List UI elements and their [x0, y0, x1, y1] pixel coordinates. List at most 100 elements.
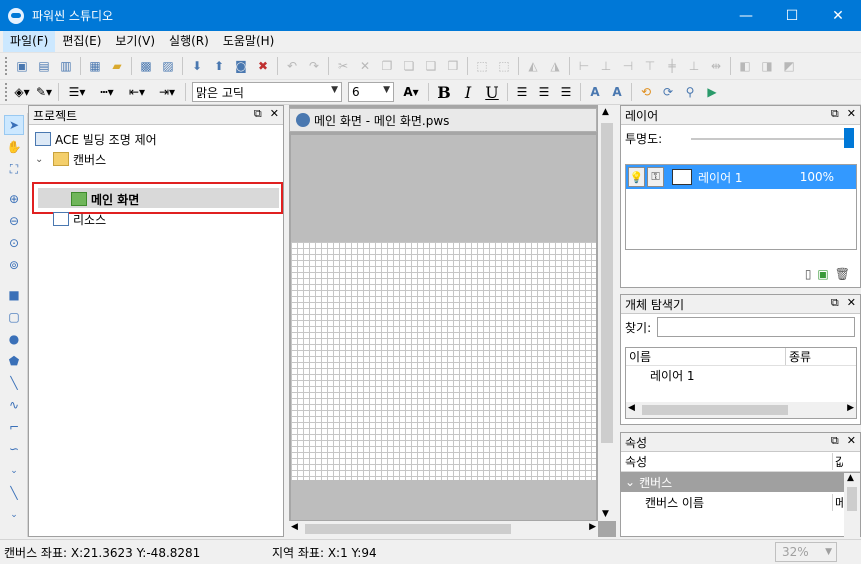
save-icon[interactable]: ▩ — [137, 57, 155, 75]
lock-icon[interactable]: ⚿ — [647, 167, 664, 187]
toolbar-grip[interactable] — [4, 82, 8, 102]
pin-icon[interactable]: ⧉ — [831, 107, 839, 121]
group-icon[interactable]: ⬚ — [473, 57, 491, 75]
font-grow-icon[interactable]: A — [586, 83, 604, 101]
close-icon[interactable]: ✕ — [847, 434, 856, 448]
menu-view[interactable]: 보기(V) — [108, 31, 162, 52]
document-tab[interactable]: 메인 화면 - 메인 화면.pws — [289, 108, 597, 132]
more-tools-icon[interactable]: ⌄ — [4, 461, 24, 481]
col-type[interactable]: 종류 — [786, 348, 811, 365]
open-folder-icon[interactable]: ▰ — [108, 57, 126, 75]
bold-button[interactable]: B — [434, 83, 454, 102]
zoom-in-icon[interactable]: ⊕ — [4, 189, 24, 209]
connector-icon[interactable]: ⌐ — [4, 417, 24, 437]
scroll-right-icon[interactable]: ▶ — [847, 403, 854, 413]
scroll-left-icon[interactable]: ◀ — [628, 403, 635, 413]
flip-horizontal-icon[interactable]: ◭ — [524, 57, 542, 75]
scroll-up-icon[interactable]: ▲ — [602, 107, 609, 117]
close-icon[interactable]: ✕ — [270, 107, 279, 121]
new-screen-icon[interactable]: ▥ — [57, 57, 75, 75]
preview-icon[interactable]: ▶ — [703, 83, 721, 101]
pin-icon[interactable]: ⧉ — [831, 434, 839, 448]
chevron-down-icon[interactable]: ⌄ — [625, 475, 635, 489]
font-shrink-icon[interactable]: A — [608, 83, 626, 101]
paste-icon[interactable]: ❏ — [400, 57, 418, 75]
tree-item-resources[interactable]: 리소스 — [53, 209, 106, 229]
object-list-hscrollbar[interactable]: ◀ ▶ — [626, 402, 856, 418]
clone-icon[interactable]: ❒ — [444, 57, 462, 75]
zoom-fit-icon[interactable]: ⊙ — [4, 233, 24, 253]
more-tools-icon[interactable]: ⌄ — [4, 505, 24, 525]
toolbar-grip[interactable] — [4, 56, 8, 76]
opacity-slider[interactable] — [691, 138, 844, 140]
pin-icon[interactable]: ⧉ — [831, 296, 839, 310]
align-right-icon[interactable]: ⊣ — [619, 57, 637, 75]
menu-edit[interactable]: 편집(E) — [55, 31, 108, 52]
opacity-slider-thumb[interactable] — [844, 128, 854, 148]
property-row-canvas-name[interactable]: 캔버스 이름 메 — [621, 492, 860, 512]
visibility-bulb-icon[interactable]: 💡 — [628, 167, 645, 187]
fill-color-icon[interactable]: ◈▾ — [13, 83, 31, 101]
scroll-down-icon[interactable]: ▼ — [602, 509, 609, 519]
line-icon[interactable]: ╲ — [4, 373, 24, 393]
copy-layer-icon[interactable]: ▣ — [817, 267, 828, 281]
save-all-icon[interactable]: ▨ — [159, 57, 177, 75]
tree-item-root[interactable]: ACE 빌딩 조명 제어 — [35, 129, 157, 149]
line-color-icon[interactable]: ✎▾ — [35, 83, 53, 101]
close-icon[interactable]: ✕ — [847, 296, 856, 310]
select-pointer-icon[interactable]: ➤ — [4, 115, 24, 135]
delete-layer-icon[interactable]: 🗑 — [835, 267, 850, 281]
send-back-icon[interactable]: ◨ — [758, 57, 776, 75]
open-project-icon[interactable]: ▤ — [35, 57, 53, 75]
undo-icon[interactable]: ↶ — [283, 57, 301, 75]
new-layer-icon[interactable]: ▯ — [805, 267, 812, 281]
underline-button[interactable]: U — [482, 83, 502, 102]
scroll-thumb[interactable] — [601, 123, 613, 443]
property-value[interactable]: 메 — [833, 494, 843, 511]
layer-row[interactable]: 💡 ⚿ 레이어 1 100% — [626, 165, 856, 189]
zoom-tool-icon[interactable]: ⚲ — [681, 83, 699, 101]
object-row[interactable]: 레이어 1 — [626, 366, 856, 386]
scroll-thumb[interactable] — [642, 405, 788, 415]
tree-item-main-screen[interactable]: 메인 화면 — [71, 189, 139, 209]
properties-vscrollbar[interactable]: ▲ — [844, 473, 860, 537]
col-name[interactable]: 이름 — [626, 348, 786, 365]
line-width-icon[interactable]: ☰▾ — [64, 83, 90, 101]
bring-forward-icon[interactable]: ◩ — [780, 57, 798, 75]
text-align-right-icon[interactable]: ☰ — [557, 83, 575, 101]
curve-icon[interactable]: ∽ — [4, 439, 24, 459]
line-style-icon[interactable]: ┅▾ — [94, 83, 120, 101]
close-button[interactable]: ✕ — [815, 0, 861, 31]
scroll-thumb[interactable] — [847, 487, 857, 511]
zoom-select[interactable]: 32% ▼ — [775, 542, 837, 562]
copy-icon[interactable]: ❐ — [378, 57, 396, 75]
ungroup-icon[interactable]: ⬚ — [495, 57, 513, 75]
font-name-select[interactable]: 맑은 고딕 ▼ — [192, 82, 342, 102]
align-middle-icon[interactable]: ╪ — [663, 57, 681, 75]
redo-icon[interactable]: ↷ — [305, 57, 323, 75]
scroll-up-icon[interactable]: ▲ — [847, 473, 854, 483]
delete-screen-icon[interactable]: ✖ — [254, 57, 272, 75]
upload-icon[interactable]: ⬆ — [210, 57, 228, 75]
ellipse-icon[interactable]: ● — [4, 329, 24, 349]
space-horizontal-icon[interactable]: ⇹ — [707, 57, 725, 75]
maximize-button[interactable]: ☐ — [769, 0, 815, 31]
tree-item-canvas[interactable]: ⌄ 캔버스 — [35, 149, 106, 169]
font-size-select[interactable]: 6 ▼ — [348, 82, 394, 102]
align-left-icon[interactable]: ⊢ — [575, 57, 593, 75]
zoom-region-icon[interactable]: ⛶ — [4, 159, 24, 179]
find-input[interactable] — [657, 317, 856, 337]
rotate-left-icon[interactable]: ⟲ — [637, 83, 655, 101]
menu-run[interactable]: 실행(R) — [162, 31, 216, 52]
zoom-window-icon[interactable]: ⊚ — [4, 255, 24, 275]
pin-icon[interactable]: ⧉ — [254, 107, 262, 121]
chevron-down-icon[interactable]: ⌄ — [35, 154, 53, 165]
menu-file[interactable]: 파일(F) — [3, 31, 56, 52]
scroll-right-icon[interactable]: ▶ — [589, 522, 596, 532]
rounded-rectangle-icon[interactable]: ▢ — [4, 307, 24, 327]
end-arrow-icon[interactable]: ⇥▾ — [154, 83, 180, 101]
italic-button[interactable]: I — [458, 83, 478, 102]
flip-vertical-icon[interactable]: ◮ — [546, 57, 564, 75]
design-canvas[interactable] — [291, 242, 596, 480]
close-icon[interactable]: ✕ — [847, 107, 856, 121]
